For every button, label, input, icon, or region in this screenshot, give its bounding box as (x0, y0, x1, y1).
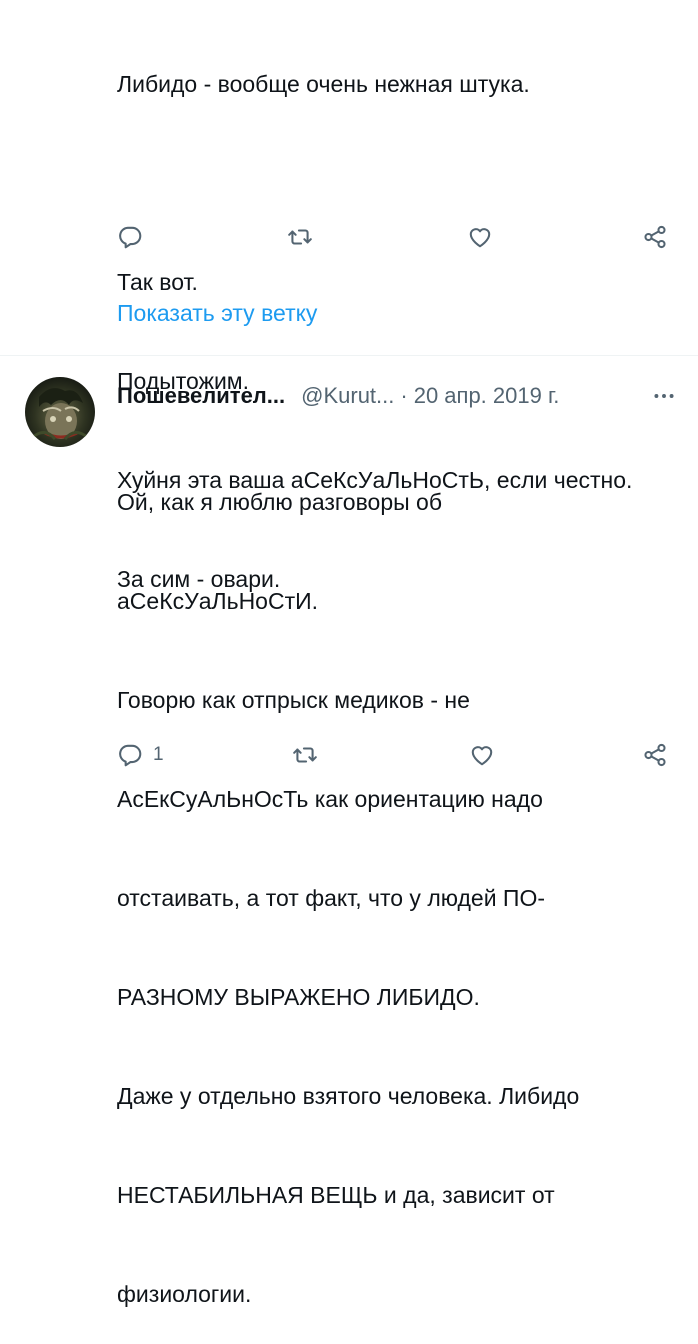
heart-icon (469, 228, 491, 248)
tweet-2-line: Ой, как я люблю разговоры об (117, 489, 443, 515)
tweet-1-line: Так вот. (117, 269, 198, 295)
retweet-button[interactable] (292, 738, 318, 772)
tweet-2-line: аСеКсУаЛьНоСтИ. (117, 588, 319, 614)
tweet-2-line: РАЗНОМУ ВЫРАЖЕНО ЛИБИДО. (117, 984, 480, 1010)
tweet-2-line: НЕСТАБИЛЬНАЯ ВЕЩЬ и да, зависит от (117, 1182, 555, 1208)
tweet-1-line (117, 167, 632, 200)
reply-icon (119, 226, 142, 249)
more-button[interactable] (651, 379, 677, 413)
like-button[interactable] (469, 738, 495, 772)
avatar-image (25, 377, 95, 447)
author-name[interactable]: Пошевелител... (117, 383, 285, 409)
heart-icon (471, 746, 493, 766)
tweet-2-line: отстаивать, а тот факт, что у людей ПО- (117, 885, 546, 911)
reply-button[interactable] (117, 220, 143, 254)
more-icon (654, 394, 674, 398)
tweet-2-line: физиологии. (117, 1281, 252, 1307)
separator-dot: · (400, 383, 408, 408)
tweet-2-line: Говорю как отпрыск медиков - не (117, 687, 470, 713)
tweet-2-text: Ой, как я люблю разговоры об аСеКсУаЛьНо… (117, 420, 579, 1344)
share-button[interactable] (642, 738, 668, 772)
tweet-2-actions: 1 (117, 738, 673, 772)
share-icon (644, 225, 666, 249)
tweet-divider (0, 355, 698, 356)
share-icon (644, 743, 666, 767)
tweet-2-header: Пошевелител... @Kurut... · 20 апр. 2019 … (117, 379, 677, 413)
tweet-1-line: Либидо - вообще очень нежная штука. (117, 71, 530, 97)
share-button[interactable] (642, 220, 668, 254)
tweet-1: Либидо - вообще очень нежная штука. Так … (0, 0, 698, 592)
retweet-button[interactable] (287, 220, 313, 254)
avatar[interactable] (25, 377, 95, 447)
tweet-date[interactable]: 20 апр. 2019 г. (414, 383, 560, 409)
retweet-icon (288, 229, 312, 245)
tweet-2-line: Даже у отдельно взятого человека. Либидо (117, 1083, 580, 1109)
author-handle[interactable]: @Kurut... (301, 383, 394, 409)
retweet-icon (293, 747, 317, 763)
like-button[interactable] (467, 220, 493, 254)
reply-button[interactable]: 1 (117, 738, 164, 772)
reply-icon (119, 744, 142, 767)
tweet-1-actions (117, 220, 673, 254)
show-thread-link[interactable]: Показать эту ветку (117, 300, 317, 327)
reply-count: 1 (153, 744, 164, 765)
